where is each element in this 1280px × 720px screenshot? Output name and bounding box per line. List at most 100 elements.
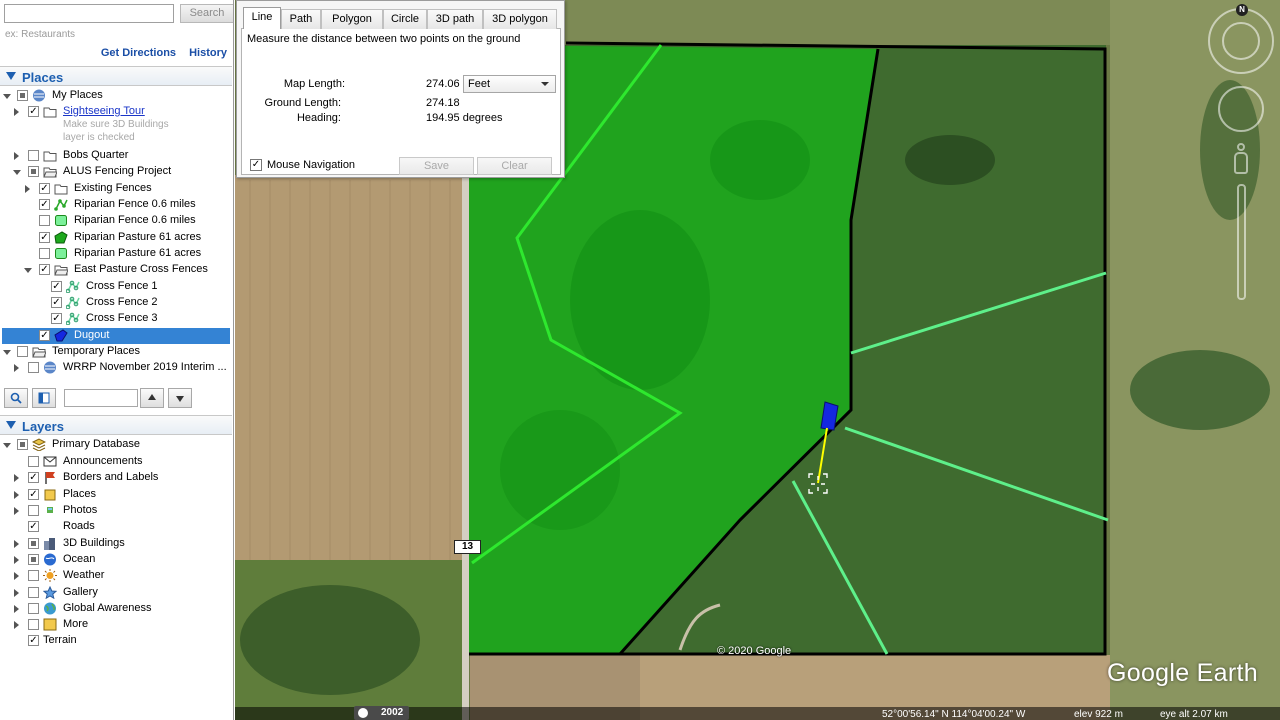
tab-3d-polygon[interactable]: 3D polygon: [483, 9, 557, 29]
checkbox[interactable]: ✓: [28, 472, 39, 483]
tab-polygon[interactable]: Polygon: [321, 9, 383, 29]
checkbox[interactable]: ✓: [28, 489, 39, 500]
checkbox[interactable]: [17, 90, 28, 101]
move-up-button[interactable]: [140, 388, 164, 408]
tab-path[interactable]: Path: [281, 9, 321, 29]
checkbox[interactable]: ✓: [51, 313, 62, 324]
places-filter-input[interactable]: [64, 389, 138, 407]
layer-terrain[interactable]: ✓ Terrain: [0, 633, 232, 649]
move-joystick[interactable]: [1218, 86, 1264, 132]
expand-arrow-icon[interactable]: [14, 621, 19, 629]
checkbox[interactable]: [28, 505, 39, 516]
checkbox[interactable]: [39, 248, 50, 259]
checkbox[interactable]: ✓: [28, 106, 39, 117]
mouse-navigation-checkbox[interactable]: ✓: [250, 159, 262, 171]
checkbox[interactable]: ✓: [39, 330, 50, 341]
save-button[interactable]: Save: [399, 157, 474, 175]
places-panel-header[interactable]: Places: [0, 66, 232, 86]
layer-photos[interactable]: Photos: [0, 503, 232, 519]
checkbox[interactable]: [28, 456, 39, 467]
history-link[interactable]: History: [189, 47, 227, 59]
checkbox[interactable]: ✓: [39, 183, 50, 194]
expand-arrow-icon[interactable]: [13, 170, 21, 175]
checkbox[interactable]: [28, 603, 39, 614]
compass-north[interactable]: N: [1236, 4, 1248, 16]
place-riparian-pasture[interactable]: ✓ Riparian Pasture 61 acres: [0, 230, 232, 246]
checkbox[interactable]: ✓: [39, 232, 50, 243]
expand-arrow-icon[interactable]: [3, 94, 11, 99]
layer-roads[interactable]: ✓ Roads: [0, 519, 232, 535]
expand-arrow-icon[interactable]: [14, 491, 19, 499]
expand-arrow-icon[interactable]: [14, 605, 19, 613]
layer-announcements[interactable]: Announcements: [0, 454, 232, 470]
search-places-button[interactable]: [4, 388, 28, 408]
checkbox[interactable]: [39, 215, 50, 226]
expand-arrow-icon[interactable]: [14, 589, 19, 597]
expand-arrow-icon[interactable]: [14, 572, 19, 580]
unit-select[interactable]: Feet: [463, 75, 556, 93]
checkbox[interactable]: [28, 570, 39, 581]
clear-button[interactable]: Clear: [477, 157, 552, 175]
place-bobs-quarter[interactable]: Bobs Quarter: [0, 148, 232, 164]
layer-global-awareness[interactable]: Global Awareness: [0, 601, 232, 617]
place-temporary-places[interactable]: Temporary Places: [0, 344, 232, 360]
place-cross-fence-1[interactable]: ✓ Cross Fence 1: [0, 279, 232, 295]
historical-imagery-button[interactable]: 2002: [354, 706, 409, 720]
place-dugout[interactable]: ✓ Dugout: [2, 328, 230, 344]
place-riparian-fence[interactable]: ✓ Riparian Fence 0.6 miles: [0, 197, 232, 213]
place-riparian-pasture[interactable]: Riparian Pasture 61 acres: [0, 246, 232, 262]
checkbox[interactable]: [17, 346, 28, 357]
checkbox[interactable]: [28, 587, 39, 598]
expand-arrow-icon[interactable]: [14, 364, 19, 372]
checkbox[interactable]: ✓: [39, 199, 50, 210]
get-directions-link[interactable]: Get Directions: [101, 47, 176, 59]
look-joystick[interactable]: [1222, 22, 1260, 60]
place-wrrp[interactable]: WRRP November 2019 Interim ...: [0, 360, 232, 376]
place-east-pasture-cross-fences[interactable]: ✓ East Pasture Cross Fences: [0, 262, 232, 278]
layer-gallery[interactable]: Gallery: [0, 585, 232, 601]
expand-arrow-icon[interactable]: [14, 540, 19, 548]
expand-arrow-icon[interactable]: [14, 152, 19, 160]
checkbox[interactable]: [28, 619, 39, 630]
collapse-triangle-icon[interactable]: [6, 421, 16, 429]
expand-arrow-icon[interactable]: [24, 268, 32, 273]
checkbox[interactable]: [28, 362, 39, 373]
layer-ocean[interactable]: Ocean: [0, 552, 232, 568]
layer-more[interactable]: More: [0, 617, 232, 633]
place-existing-fences[interactable]: ✓ Existing Fences: [0, 181, 232, 197]
expand-arrow-icon[interactable]: [14, 474, 19, 482]
checkbox[interactable]: ✓: [51, 297, 62, 308]
place-cross-fence-2[interactable]: ✓ Cross Fence 2: [0, 295, 232, 311]
place-label[interactable]: Sightseeing Tour: [63, 105, 145, 117]
place-riparian-fence[interactable]: Riparian Fence 0.6 miles: [0, 213, 232, 229]
tab-3d-path[interactable]: 3D path: [427, 9, 483, 29]
place-my-places[interactable]: My Places: [0, 88, 232, 104]
expand-arrow-icon[interactable]: [14, 556, 19, 564]
tab-line[interactable]: Line: [243, 7, 281, 30]
expand-arrow-icon[interactable]: [14, 507, 19, 515]
toggle-panel-button[interactable]: [32, 388, 56, 408]
checkbox[interactable]: ✓: [28, 635, 39, 646]
checkbox[interactable]: [28, 150, 39, 161]
checkbox[interactable]: [28, 538, 39, 549]
tab-circle[interactable]: Circle: [383, 9, 427, 29]
collapse-triangle-icon[interactable]: [6, 72, 16, 80]
pegman-icon[interactable]: [1233, 143, 1249, 175]
checkbox[interactable]: [17, 439, 28, 450]
expand-arrow-icon[interactable]: [14, 108, 19, 116]
checkbox[interactable]: [28, 554, 39, 565]
layer-3d-buildings[interactable]: 3D Buildings: [0, 536, 232, 552]
expand-arrow-icon[interactable]: [3, 443, 11, 448]
zoom-slider[interactable]: [1237, 184, 1246, 300]
place-alus-fencing-project[interactable]: ALUS Fencing Project: [0, 164, 232, 180]
expand-arrow-icon[interactable]: [3, 350, 11, 355]
checkbox[interactable]: ✓: [28, 521, 39, 532]
layer-borders-and-labels[interactable]: ✓ Borders and Labels: [0, 470, 232, 486]
place-cross-fence-3[interactable]: ✓ Cross Fence 3: [0, 311, 232, 327]
move-down-button[interactable]: [168, 388, 192, 408]
expand-arrow-icon[interactable]: [25, 185, 30, 193]
layer-places[interactable]: ✓ Places: [0, 487, 232, 503]
layers-panel-header[interactable]: Layers: [0, 415, 232, 435]
layer-primary-database[interactable]: Primary Database: [0, 437, 232, 453]
checkbox[interactable]: [28, 166, 39, 177]
